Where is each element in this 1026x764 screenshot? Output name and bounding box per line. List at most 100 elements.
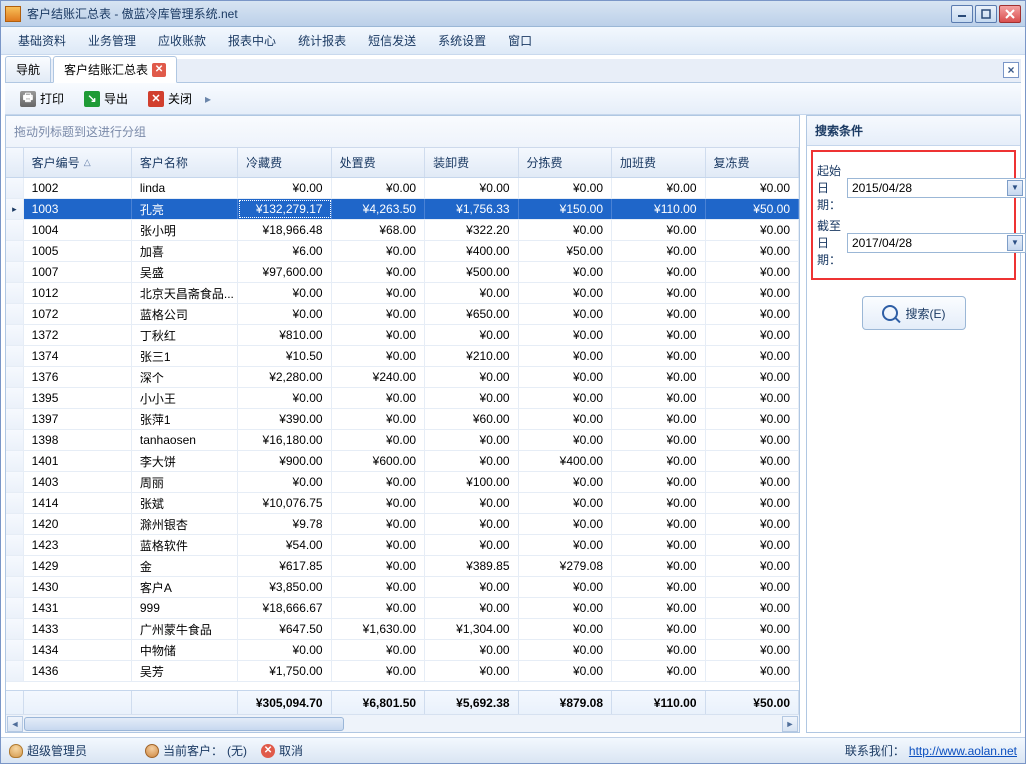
total-cell: ¥5,692.38 — [425, 691, 518, 714]
cell-customer-name: 孔亮 — [132, 199, 238, 219]
close-all-tabs-button[interactable]: × — [1003, 62, 1019, 78]
menu-item[interactable]: 基础资料 — [9, 28, 75, 53]
tab-close-icon[interactable]: ✕ — [152, 63, 166, 77]
contact-link[interactable]: http://www.aolan.net — [909, 744, 1017, 758]
cancel-label[interactable]: 取消 — [279, 742, 303, 759]
cell-amount: ¥50.00 — [706, 199, 799, 219]
table-row[interactable]: 1072蓝格公司¥0.00¥0.00¥650.00¥0.00¥0.00¥0.00 — [6, 304, 799, 325]
table-row[interactable]: 1414张斌¥10,076.75¥0.00¥0.00¥0.00¥0.00¥0.0… — [6, 493, 799, 514]
row-indicator — [6, 514, 24, 534]
close-button[interactable] — [999, 5, 1021, 23]
grid-body[interactable]: 1002linda¥0.00¥0.00¥0.00¥0.00¥0.00¥0.00▸… — [6, 178, 799, 690]
table-row[interactable]: 1430客户A¥3,850.00¥0.00¥0.00¥0.00¥0.00¥0.0… — [6, 577, 799, 598]
cell-customer-name: 丁秋红 — [132, 325, 238, 345]
export-button[interactable]: ↘ 导出 — [75, 86, 137, 111]
tab[interactable]: 客户结账汇总表✕ — [53, 56, 177, 83]
table-row[interactable]: 1420滁州银杏¥9.78¥0.00¥0.00¥0.00¥0.00¥0.00 — [6, 514, 799, 535]
cell-amount: ¥0.00 — [332, 598, 425, 618]
table-row[interactable]: 1403周丽¥0.00¥0.00¥100.00¥0.00¥0.00¥0.00 — [6, 472, 799, 493]
grid-totals-row: ¥305,094.70¥6,801.50¥5,692.38¥879.08¥110… — [6, 690, 799, 714]
column-header[interactable]: 分拣费 — [519, 148, 612, 177]
table-row[interactable]: 1395小小王¥0.00¥0.00¥0.00¥0.00¥0.00¥0.00 — [6, 388, 799, 409]
table-row[interactable]: 1401李大饼¥900.00¥600.00¥0.00¥400.00¥0.00¥0… — [6, 451, 799, 472]
table-row[interactable]: 1433广州蒙牛食品¥647.50¥1,630.00¥1,304.00¥0.00… — [6, 619, 799, 640]
menu-item[interactable]: 业务管理 — [79, 28, 145, 53]
cell-amount: ¥210.00 — [425, 346, 518, 366]
cell-amount: ¥0.00 — [706, 283, 799, 303]
horizontal-scrollbar[interactable]: ◄ ► — [6, 714, 799, 732]
menu-item[interactable]: 短信发送 — [359, 28, 425, 53]
scroll-thumb[interactable] — [24, 717, 344, 731]
column-header[interactable]: 装卸费 — [425, 148, 518, 177]
grid-header: 客户编号△客户名称冷藏费处置费装卸费分拣费加班费复冻费 — [6, 148, 799, 178]
column-header[interactable]: 客户编号△ — [24, 148, 132, 177]
current-customer-label: 当前客户： — [163, 742, 223, 759]
cell-amount: ¥100.00 — [425, 472, 518, 492]
table-row[interactable]: 1374张三1¥10.50¥0.00¥210.00¥0.00¥0.00¥0.00 — [6, 346, 799, 367]
minimize-button[interactable] — [951, 5, 973, 23]
table-row[interactable]: 1429金¥617.85¥0.00¥389.85¥279.08¥0.00¥0.0… — [6, 556, 799, 577]
table-row[interactable]: 1397张萍1¥390.00¥0.00¥60.00¥0.00¥0.00¥0.00 — [6, 409, 799, 430]
table-row[interactable]: 1434中物储¥0.00¥0.00¥0.00¥0.00¥0.00¥0.00 — [6, 640, 799, 661]
cell-amount: ¥0.00 — [519, 619, 612, 639]
end-date-input[interactable] — [852, 236, 1007, 250]
cell-amount: ¥0.00 — [332, 430, 425, 450]
table-row[interactable]: 1436吴芳¥1,750.00¥0.00¥0.00¥0.00¥0.00¥0.00 — [6, 661, 799, 682]
cell-customer-name: 999 — [132, 598, 238, 618]
print-button[interactable]: 🖶 打印 — [11, 86, 73, 111]
menu-item[interactable]: 窗口 — [499, 28, 541, 53]
close-tab-button[interactable]: ✕ 关闭 — [139, 86, 201, 111]
cell-customer-name: 张斌 — [132, 493, 238, 513]
table-row[interactable]: 1398tanhaosen¥16,180.00¥0.00¥0.00¥0.00¥0… — [6, 430, 799, 451]
end-date-label: 截至日期： — [817, 217, 841, 268]
scroll-right-button[interactable]: ► — [782, 716, 798, 732]
scroll-left-button[interactable]: ◄ — [7, 716, 23, 732]
table-row[interactable]: 1002linda¥0.00¥0.00¥0.00¥0.00¥0.00¥0.00 — [6, 178, 799, 199]
end-date-dropdown-icon[interactable]: ▼ — [1007, 235, 1023, 251]
table-row[interactable]: 1012北京天昌斋食品...¥0.00¥0.00¥0.00¥0.00¥0.00¥… — [6, 283, 799, 304]
column-header[interactable]: 客户名称 — [132, 148, 238, 177]
table-row[interactable]: 1005加喜¥6.00¥0.00¥400.00¥50.00¥0.00¥0.00 — [6, 241, 799, 262]
cell-amount: ¥0.00 — [706, 388, 799, 408]
cell-customer-id: 1414 — [24, 493, 132, 513]
group-by-hint[interactable]: 拖动列标题到这进行分组 — [6, 116, 799, 148]
column-header[interactable]: 加班费 — [612, 148, 705, 177]
table-row[interactable]: 1004张小明¥18,966.48¥68.00¥322.20¥0.00¥0.00… — [6, 220, 799, 241]
toolbar-overflow-icon[interactable]: ▸ — [203, 92, 213, 106]
cell-amount: ¥0.00 — [332, 262, 425, 282]
column-header[interactable]: 复冻费 — [706, 148, 799, 177]
column-header[interactable]: 处置费 — [332, 148, 425, 177]
maximize-button[interactable] — [975, 5, 997, 23]
cell-amount: ¥0.00 — [519, 367, 612, 387]
start-date-dropdown-icon[interactable]: ▼ — [1007, 180, 1023, 196]
cell-amount: ¥0.00 — [519, 283, 612, 303]
row-indicator — [6, 346, 24, 366]
table-row[interactable]: 1376深个¥2,280.00¥240.00¥0.00¥0.00¥0.00¥0.… — [6, 367, 799, 388]
table-row[interactable]: 1007吴盛¥97,600.00¥0.00¥500.00¥0.00¥0.00¥0… — [6, 262, 799, 283]
cell-amount: ¥0.00 — [425, 535, 518, 555]
menu-item[interactable]: 报表中心 — [219, 28, 285, 53]
current-customer-value: (无) — [227, 742, 247, 759]
menu-item[interactable]: 系统设置 — [429, 28, 495, 53]
cell-customer-name: tanhaosen — [132, 430, 238, 450]
table-row[interactable]: ▸1003孔亮¥132,279.17¥4,263.50¥1,756.33¥150… — [6, 199, 799, 220]
table-row[interactable]: 1372丁秋红¥810.00¥0.00¥0.00¥0.00¥0.00¥0.00 — [6, 325, 799, 346]
start-date-field[interactable]: ▼ — [847, 178, 1026, 198]
cell-amount: ¥0.00 — [706, 451, 799, 471]
contact-label: 联系我们： — [845, 742, 905, 759]
cell-amount: ¥0.00 — [238, 640, 331, 660]
search-button[interactable]: 搜索(E) — [862, 296, 966, 330]
start-date-input[interactable] — [852, 181, 1007, 195]
app-icon — [5, 6, 21, 22]
column-header[interactable]: 冷藏费 — [238, 148, 331, 177]
end-date-field[interactable]: ▼ — [847, 233, 1026, 253]
cell-amount: ¥10.50 — [238, 346, 331, 366]
table-row[interactable]: 1423蓝格软件¥54.00¥0.00¥0.00¥0.00¥0.00¥0.00 — [6, 535, 799, 556]
tab[interactable]: 导航 — [5, 56, 51, 82]
cell-amount: ¥240.00 — [332, 367, 425, 387]
menu-item[interactable]: 应收账款 — [149, 28, 215, 53]
table-row[interactable]: 1431999¥18,666.67¥0.00¥0.00¥0.00¥0.00¥0.… — [6, 598, 799, 619]
cell-amount: ¥18,966.48 — [238, 220, 331, 240]
cell-amount: ¥389.85 — [425, 556, 518, 576]
menu-item[interactable]: 统计报表 — [289, 28, 355, 53]
